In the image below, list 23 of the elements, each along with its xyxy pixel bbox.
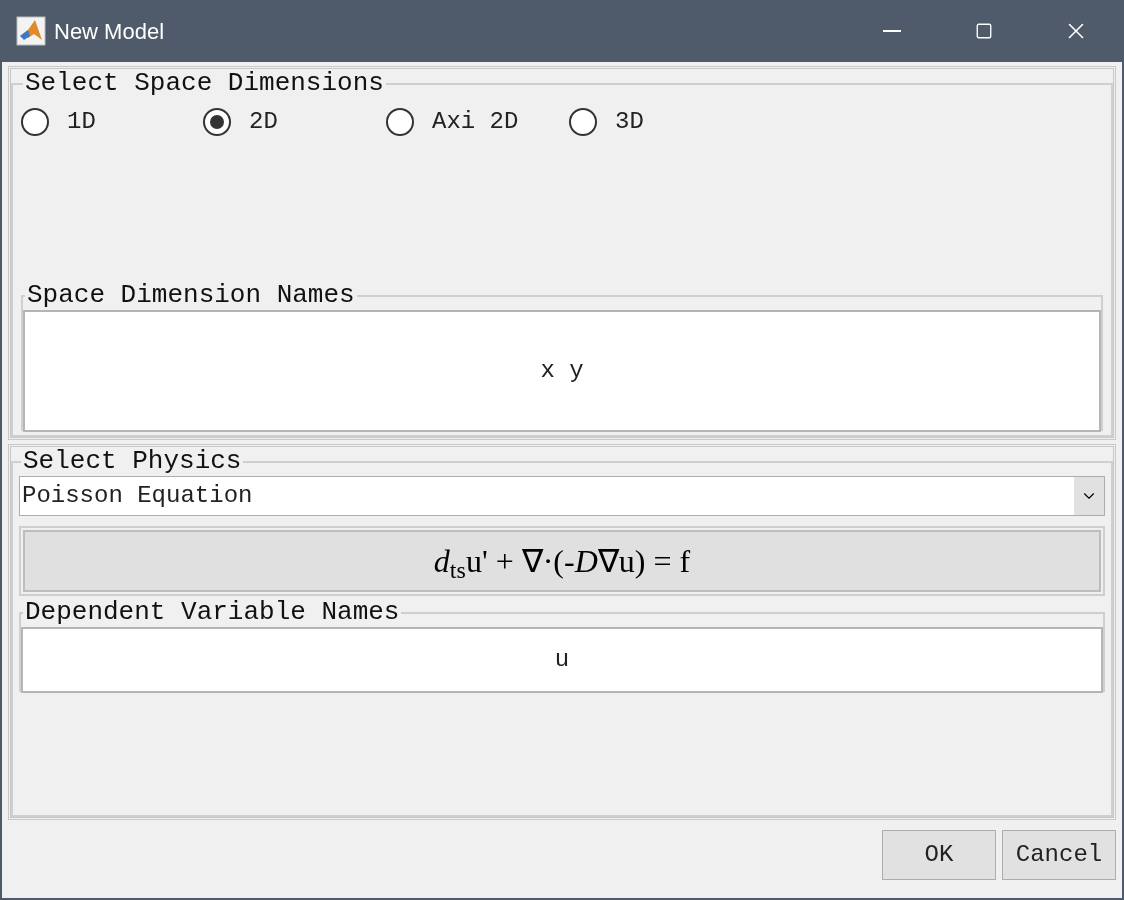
maximize-icon [975,22,993,40]
app-logo-icon [16,16,46,46]
group-title: Select Physics [23,446,242,476]
cancel-button[interactable]: Cancel [1002,830,1116,880]
radio-label: Axi 2D [432,107,519,137]
radio-button[interactable] [21,108,49,136]
radio-label: 3D [615,107,644,137]
group-title: Select Space Dimensions [25,68,384,98]
radio-label: 2D [249,107,278,137]
radio-button[interactable] [203,108,231,136]
input-field[interactable]: x y [23,310,1101,432]
minimize-icon [883,30,901,32]
radio-label: 1D [67,107,96,137]
physics-dropdown[interactable]: Poisson Equation [19,476,1105,516]
chevron-down-icon [1074,477,1104,515]
input-field[interactable]: u [21,627,1103,693]
group-title: Dependent Variable Names [25,597,400,627]
ok-button[interactable]: OK [882,830,996,880]
radio-button[interactable] [569,108,597,136]
group-title: Space Dimension Names [27,280,355,310]
radio-button[interactable] [386,108,414,136]
window-title: New Model [54,17,165,46]
equation-display: d$_{ts}$u' + ∇·(-D∇u) = f [23,530,1101,592]
